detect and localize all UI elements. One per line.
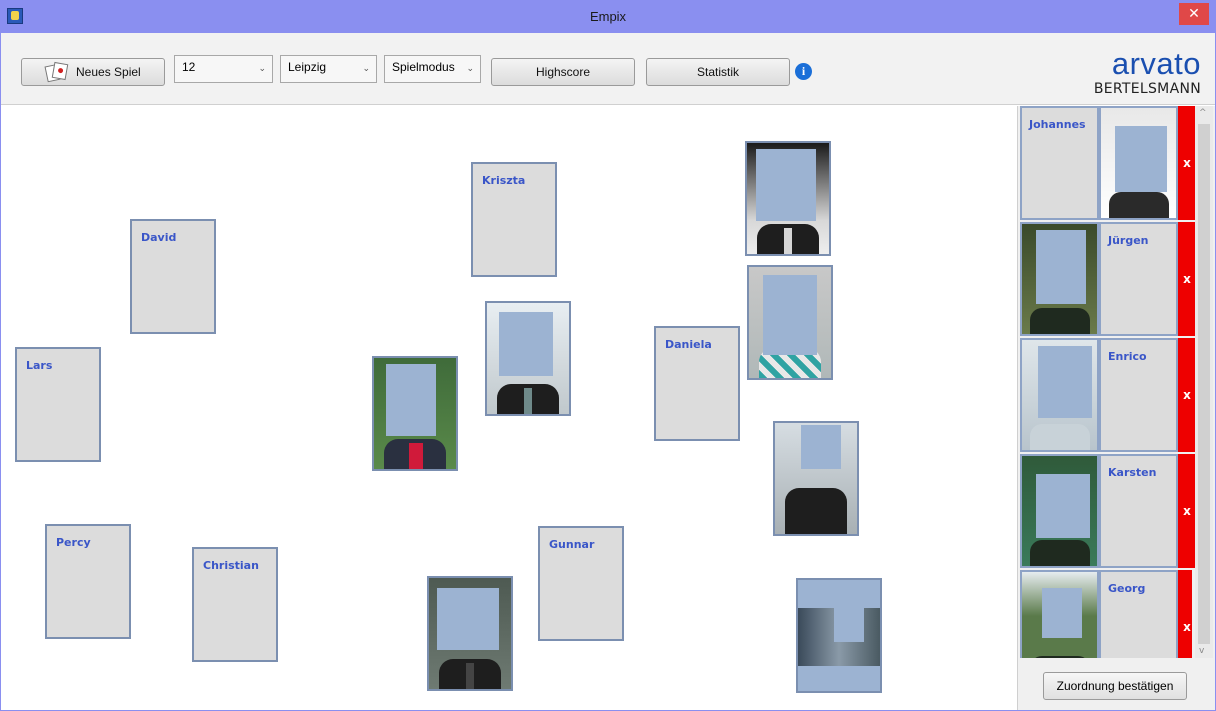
chevron-down-icon: ⌄ xyxy=(258,64,266,74)
name-card-label: Percy xyxy=(56,536,91,549)
assigned-name: Georg xyxy=(1108,582,1146,595)
remove-assignment-button[interactable]: x xyxy=(1178,338,1196,452)
face-mask xyxy=(1036,230,1086,304)
count-value: 12 xyxy=(182,60,196,74)
remove-assignment-button[interactable]: x xyxy=(1178,106,1196,220)
name-card-label: Lars xyxy=(26,359,53,372)
photo-card[interactable] xyxy=(372,356,458,471)
city-select[interactable]: Leipzig ⌄ xyxy=(280,55,377,83)
assigned-photo-slot[interactable] xyxy=(1020,570,1099,658)
assigned-name: Johannes xyxy=(1029,118,1086,131)
scroll-up-icon[interactable]: ^ xyxy=(1199,108,1207,118)
face-mask xyxy=(386,364,436,436)
assigned-photo-slot[interactable] xyxy=(1099,106,1178,220)
scrollbar-thumb[interactable] xyxy=(1198,124,1210,644)
toolbar: Neues Spiel 12 ⌄ Leipzig ⌄ Spielmodus ⌄ … xyxy=(1,33,1215,105)
face-mask xyxy=(499,312,553,376)
photo-card[interactable] xyxy=(796,578,882,693)
photo-card[interactable] xyxy=(773,421,859,536)
close-button[interactable]: ✕ xyxy=(1179,3,1209,25)
face-mask xyxy=(756,149,816,221)
logo-wordmark: arvato xyxy=(1111,46,1201,81)
assigned-name: Jürgen xyxy=(1108,234,1149,247)
face-mask xyxy=(763,275,817,355)
face-mask xyxy=(1042,588,1082,638)
window-title: Empix xyxy=(589,9,627,24)
name-card-label: Christian xyxy=(203,559,259,572)
assigned-name-slot[interactable]: Jürgen xyxy=(1099,222,1178,336)
city-value: Leipzig xyxy=(288,60,327,74)
mode-value: Spielmodus xyxy=(392,60,455,74)
assigned-name-slot[interactable]: Georg xyxy=(1099,570,1178,658)
count-select[interactable]: 12 ⌄ xyxy=(174,55,273,83)
name-card-percy[interactable]: Percy xyxy=(45,524,131,639)
photo-card[interactable] xyxy=(427,576,513,691)
face-mask xyxy=(834,606,864,642)
face-mask xyxy=(1115,126,1167,192)
new-game-label: Neues Spiel xyxy=(76,65,141,79)
sidebar-scrollbar[interactable]: ^ v xyxy=(1195,106,1213,658)
assigned-photo-slot[interactable] xyxy=(1020,222,1099,336)
remove-assignment-button[interactable]: x xyxy=(1178,222,1196,336)
face-mask xyxy=(1036,474,1090,538)
name-card-david[interactable]: David xyxy=(130,219,216,334)
face-mask xyxy=(801,425,841,469)
mode-select[interactable]: Spielmodus ⌄ xyxy=(384,55,481,83)
assigned-name: Karsten xyxy=(1108,466,1157,479)
remove-assignment-button[interactable]: x xyxy=(1178,454,1196,568)
assigned-name-slot[interactable]: Karsten xyxy=(1099,454,1178,568)
name-card-label: Kriszta xyxy=(482,174,526,187)
logo-subline: BERTELSMANN xyxy=(1093,81,1201,97)
assignment-pair: Jürgen x xyxy=(1020,222,1196,336)
name-card-lars[interactable]: Lars xyxy=(15,347,101,462)
assigned-name-slot[interactable]: Enrico xyxy=(1099,338,1178,452)
photo-card[interactable] xyxy=(485,301,571,416)
assigned-photo-slot[interactable] xyxy=(1020,338,1099,452)
name-card-christian[interactable]: Christian xyxy=(192,547,278,662)
remove-assignment-button[interactable]: x xyxy=(1178,570,1192,658)
name-card-label: David xyxy=(141,231,177,244)
name-card-label: Daniela xyxy=(665,338,712,351)
photo-card[interactable] xyxy=(747,265,833,380)
name-card-kriszta[interactable]: Kriszta xyxy=(471,162,557,277)
arvato-logo: arvato BERTELSMANN xyxy=(1093,46,1201,97)
assignment-pair: Johannes x xyxy=(1020,106,1196,220)
assignment-panel: Johannes x Jürgen x Enrico x Karsten x G… xyxy=(1017,106,1215,710)
game-board: Kriszta David Daniela Lars Percy Christi… xyxy=(1,106,1017,710)
confirm-assignment-button[interactable]: Zuordnung bestätigen xyxy=(1043,672,1187,700)
assignment-pair: Georg x xyxy=(1020,570,1192,658)
face-mask xyxy=(1038,346,1092,418)
assigned-photo-slot[interactable] xyxy=(1020,454,1099,568)
name-card-label: Gunnar xyxy=(549,538,595,551)
info-icon[interactable]: i xyxy=(795,63,812,80)
statistics-button[interactable]: Statistik xyxy=(646,58,790,86)
new-game-button[interactable]: Neues Spiel xyxy=(21,58,165,86)
highscore-button[interactable]: Highscore xyxy=(491,58,635,86)
face-mask xyxy=(437,588,499,650)
assignment-pair: Karsten x xyxy=(1020,454,1196,568)
assigned-name: Enrico xyxy=(1108,350,1147,363)
chevron-down-icon: ⌄ xyxy=(466,64,474,74)
name-card-daniela[interactable]: Daniela xyxy=(654,326,740,441)
assignment-pair: Enrico x xyxy=(1020,338,1196,452)
photo-card[interactable] xyxy=(745,141,831,256)
name-card-gunnar[interactable]: Gunnar xyxy=(538,526,624,641)
app-window: Empix ✕ Neues Spiel 12 ⌄ Leipzig ⌄ Spiel… xyxy=(0,0,1216,711)
assigned-name-slot[interactable]: Johannes xyxy=(1020,106,1099,220)
playing-cards-icon xyxy=(44,61,70,83)
title-bar: Empix ✕ xyxy=(1,1,1215,33)
chevron-down-icon: ⌄ xyxy=(362,64,370,74)
scroll-down-icon[interactable]: v xyxy=(1199,646,1204,656)
